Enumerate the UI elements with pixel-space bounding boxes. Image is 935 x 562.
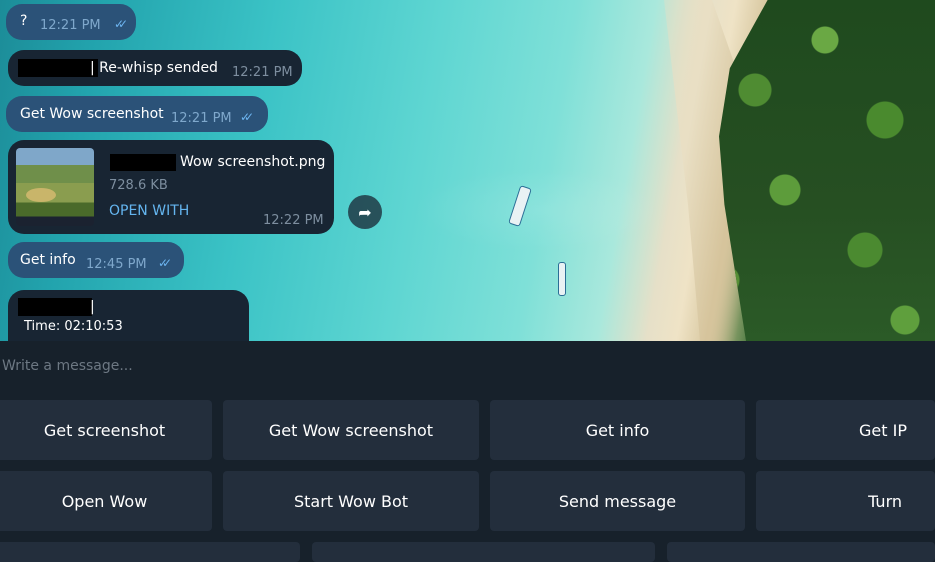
message-time: 12:21 PM xyxy=(171,111,232,126)
message-bubble-outgoing[interactable]: Get info 12:45 PM ✓✓ xyxy=(8,242,184,278)
keyboard-button-get-wow-screenshot[interactable]: Get Wow screenshot xyxy=(223,400,479,460)
bot-keyboard: Get screenshot Get Wow screenshot Get in… xyxy=(0,391,935,562)
message-bubble-outgoing[interactable]: ? 12:21 PM ✓✓ xyxy=(6,4,136,40)
message-text: Time: 02:10:53 xyxy=(24,319,123,334)
message-bubble-incoming[interactable]: | Time: 02:10:53 xyxy=(8,290,249,341)
message-time: 12:21 PM xyxy=(232,65,293,80)
message-bubble-incoming[interactable]: | Re-whisp sended 12:21 PM xyxy=(8,50,302,86)
file-name: Wow screenshot.png xyxy=(180,154,326,170)
double-check-icon: ✓✓ xyxy=(158,256,172,270)
message-text: Get Wow screenshot xyxy=(20,106,164,122)
keyboard-button-get-screenshot[interactable]: Get screenshot xyxy=(0,400,212,460)
keyboard-button[interactable] xyxy=(312,542,655,562)
background-boat xyxy=(558,262,566,296)
double-check-icon: ✓✓ xyxy=(240,110,254,124)
message-time: 12:21 PM xyxy=(40,18,101,33)
message-time: 12:22 PM xyxy=(263,213,324,228)
open-with-link[interactable]: OPEN WITH xyxy=(109,203,189,219)
message-time: 12:45 PM xyxy=(86,257,147,272)
message-text: Get info xyxy=(20,252,76,268)
file-size: 728.6 KB xyxy=(109,178,168,193)
file-thumbnail[interactable] xyxy=(16,148,94,226)
background-boat xyxy=(508,185,532,227)
redacted-name xyxy=(18,59,98,77)
keyboard-button-get-ip[interactable]: Get IP xyxy=(756,400,935,460)
redacted-name xyxy=(110,154,176,171)
redacted-name xyxy=(18,298,92,316)
keyboard-button-get-info[interactable]: Get info xyxy=(490,400,745,460)
keyboard-button-start-wow-bot[interactable]: Start Wow Bot xyxy=(223,471,479,531)
message-text: | xyxy=(90,299,95,315)
double-check-icon: ✓✓ xyxy=(114,17,128,31)
message-text: ? xyxy=(20,13,28,29)
message-composer xyxy=(0,341,935,391)
keyboard-button[interactable] xyxy=(667,542,935,562)
message-text: | Re-whisp sended xyxy=(90,60,218,76)
message-input[interactable] xyxy=(0,351,902,381)
keyboard-button-send-message[interactable]: Send message xyxy=(490,471,745,531)
message-bubble-outgoing[interactable]: Get Wow screenshot 12:21 PM ✓✓ xyxy=(6,96,268,132)
chat-area[interactable]: ? 12:21 PM ✓✓ | Re-whisp sended 12:21 PM… xyxy=(0,0,935,341)
keyboard-button-open-wow[interactable]: Open Wow xyxy=(0,471,212,531)
message-bubble-file[interactable]: Wow screenshot.png 728.6 KB OPEN WITH 12… xyxy=(8,140,334,234)
keyboard-button-turn[interactable]: Turn xyxy=(756,471,935,531)
keyboard-button[interactable] xyxy=(0,542,300,562)
forward-arrow-icon[interactable]: ➦ xyxy=(348,195,382,229)
